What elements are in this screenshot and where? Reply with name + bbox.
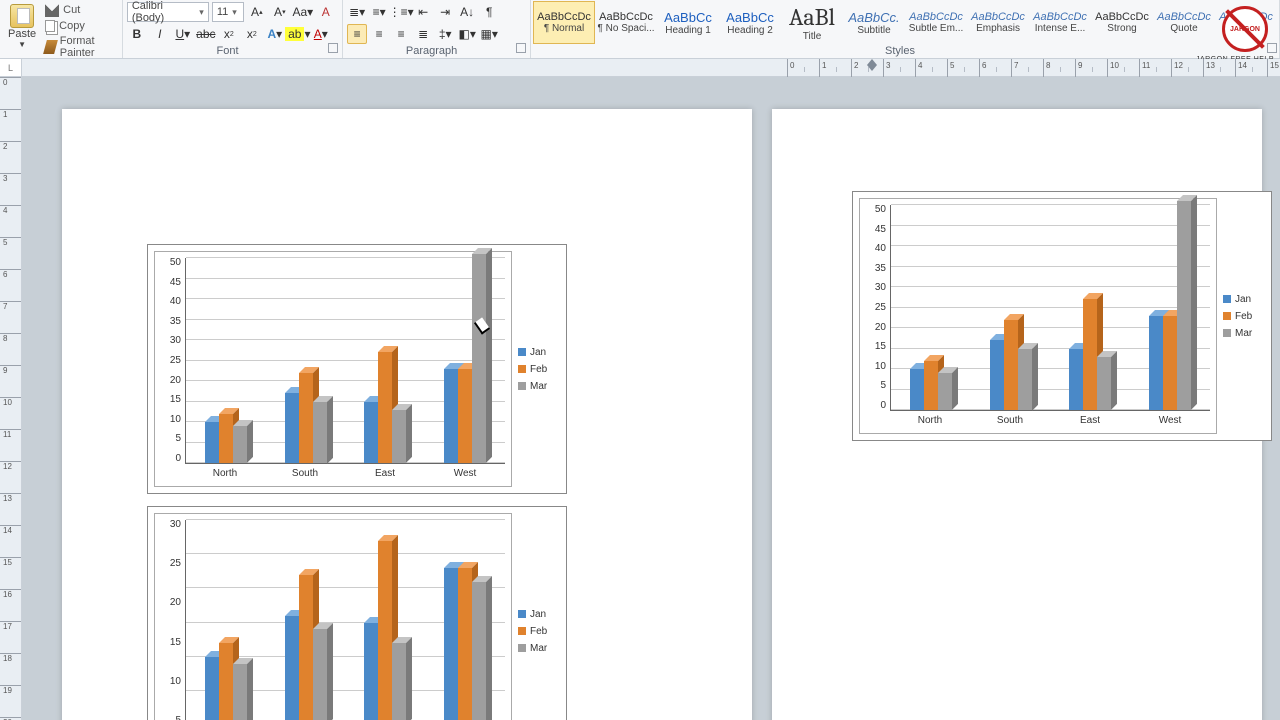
jargon-badge-icon: JARGON (1222, 6, 1268, 52)
inc-indent-button[interactable]: ⇥ (435, 2, 455, 22)
grow-font-button[interactable]: A▴ (247, 2, 267, 22)
style-item[interactable]: AaBbCcDc¶ No Spaci... (595, 1, 657, 44)
italic-button[interactable]: I (150, 24, 170, 44)
ruler-row: L 012345678910111213141516 (0, 59, 1280, 77)
highlight-button[interactable]: ab▾ (288, 24, 308, 44)
paste-button[interactable]: Paste (8, 28, 36, 40)
group-label-font: Font (127, 45, 328, 57)
align-right-button[interactable]: ≡ (391, 24, 411, 44)
bullets-button[interactable]: ≣▾ (347, 2, 367, 22)
group-paragraph: ≣▾ ≡▾ ⋮≡▾ ⇤ ⇥ A↓ ¶ ≡ ≡ ≡ ≣ ‡▾ ◧▾ ▦▾ (343, 0, 531, 58)
brush-icon (43, 40, 57, 54)
chart-1[interactable]: 50454035302520151050NorthSouthEastWestJa… (147, 244, 567, 494)
bold-button[interactable]: B (127, 24, 147, 44)
horizontal-ruler[interactable]: 012345678910111213141516 (22, 59, 1280, 77)
justify-button[interactable]: ≣ (413, 24, 433, 44)
ribbon: Paste ▼ Cut Copy Format Painter Clipboar… (0, 0, 1280, 59)
line-spacing-button[interactable]: ‡▾ (435, 24, 455, 44)
numbering-button[interactable]: ≡▾ (369, 2, 389, 22)
style-item[interactable]: AaBbCcHeading 2 (719, 1, 781, 44)
style-item[interactable]: AaBbCcDc¶ Normal (533, 1, 595, 44)
dialog-launcher-font[interactable] (328, 43, 338, 53)
page-1: 50454035302520151050NorthSouthEastWestJa… (62, 109, 752, 720)
chart-3[interactable]: 50454035302520151050NorthSouthEastWestJa… (852, 191, 1272, 441)
change-case-button[interactable]: Aa▾ (293, 2, 313, 22)
cut-button[interactable]: Cut (42, 2, 118, 18)
text-effects-button[interactable]: A▾ (265, 24, 285, 44)
underline-button[interactable]: U▾ (173, 24, 193, 44)
document-area: 50454035302520151050NorthSouthEastWestJa… (22, 77, 1280, 720)
font-name-combo[interactable]: Calibri (Body)▾ (127, 2, 209, 22)
font-size-combo[interactable]: 11▾ (212, 2, 244, 22)
group-clipboard: Paste ▼ Cut Copy Format Painter Clipboar… (0, 0, 123, 58)
style-item[interactable]: AaBbCcDcEmphasis (967, 1, 1029, 44)
style-item[interactable]: AaBbCcDcQuote (1153, 1, 1215, 44)
sort-button[interactable]: A↓ (457, 2, 477, 22)
clear-format-button[interactable]: A (316, 2, 336, 22)
subscript-button[interactable]: x2 (219, 24, 239, 44)
dialog-launcher-paragraph[interactable] (516, 43, 526, 53)
style-item[interactable]: AaBlTitle (781, 1, 843, 44)
shrink-font-button[interactable]: A▾ (270, 2, 290, 22)
multilevel-button[interactable]: ⋮≡▾ (391, 2, 411, 22)
format-painter-button[interactable]: Format Painter (42, 34, 118, 60)
cut-icon (45, 3, 59, 17)
style-item[interactable]: AaBbCcHeading 1 (657, 1, 719, 44)
copy-icon (45, 20, 55, 32)
align-left-button[interactable]: ≡ (347, 24, 367, 44)
style-item[interactable]: AaBbCcDcSubtle Em... (905, 1, 967, 44)
group-label-styles: Styles (533, 45, 1267, 57)
page-2: 50454035302520151050NorthSouthEastWestJa… (772, 109, 1262, 720)
borders-button[interactable]: ▦▾ (479, 24, 499, 44)
align-center-button[interactable]: ≡ (369, 24, 389, 44)
dec-indent-button[interactable]: ⇤ (413, 2, 433, 22)
group-label-paragraph: Paragraph (347, 45, 516, 57)
superscript-button[interactable]: x2 (242, 24, 262, 44)
dialog-launcher-styles[interactable] (1267, 43, 1277, 53)
style-item[interactable]: AaBbCcDcStrong (1091, 1, 1153, 44)
show-marks-button[interactable]: ¶ (479, 2, 499, 22)
paste-icon (10, 4, 34, 28)
shading-button[interactable]: ◧▾ (457, 24, 477, 44)
indent-marker-icon[interactable] (867, 59, 877, 69)
workspace: 01234567891011121314151617181920212223 5… (0, 77, 1280, 720)
vertical-ruler[interactable]: 01234567891011121314151617181920212223 (0, 77, 22, 720)
group-font: Calibri (Body)▾ 11▾ A▴ A▾ Aa▾ A B I U▾ a… (123, 0, 343, 58)
mouse-cursor-icon (477, 319, 491, 339)
style-item[interactable]: AaBbCcDcIntense E... (1029, 1, 1091, 44)
chart-2[interactable]: 30252015105NorthSouthEastWestJanFebMar (147, 506, 567, 720)
group-styles: AaBbCcDc¶ NormalAaBbCcDc¶ No Spaci...AaB… (531, 0, 1280, 58)
strike-button[interactable]: abc (196, 24, 216, 44)
copy-button[interactable]: Copy (42, 19, 118, 33)
style-item[interactable]: AaBbCc.Subtitle (843, 1, 905, 44)
font-color-button[interactable]: A▾ (311, 24, 331, 44)
